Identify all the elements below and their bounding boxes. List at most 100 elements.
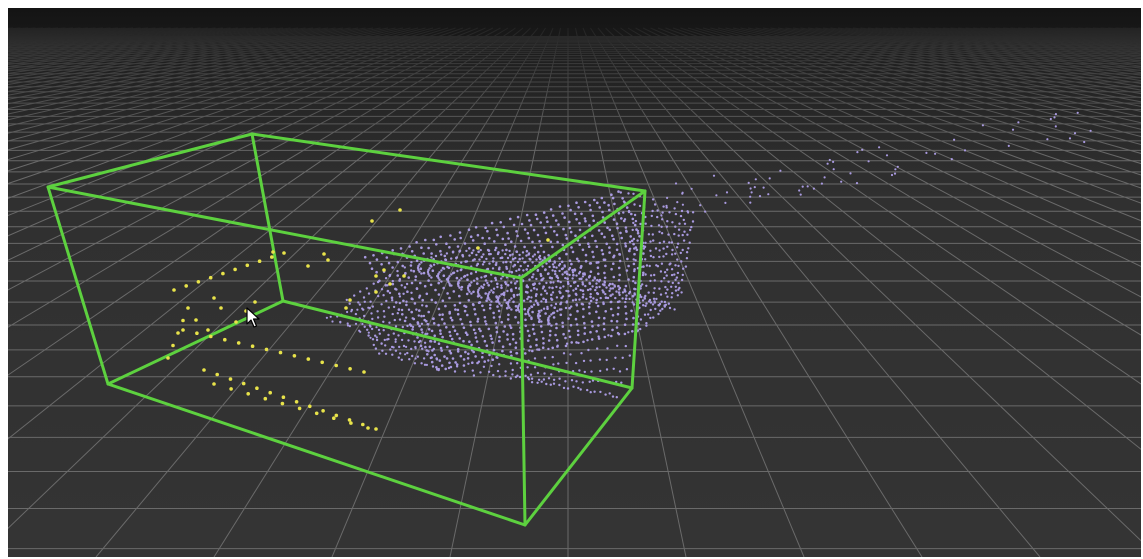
point xyxy=(1073,132,1077,135)
point xyxy=(375,336,378,339)
point xyxy=(456,350,460,353)
point xyxy=(392,346,395,349)
point xyxy=(656,265,660,268)
point xyxy=(370,327,374,331)
point xyxy=(616,344,619,347)
point xyxy=(557,362,560,365)
point xyxy=(535,217,539,221)
point xyxy=(567,317,570,320)
point xyxy=(410,269,413,272)
point xyxy=(397,356,400,359)
point xyxy=(551,286,554,290)
point xyxy=(394,325,398,328)
point xyxy=(372,343,375,347)
point xyxy=(890,173,894,177)
point xyxy=(412,269,416,273)
point xyxy=(893,172,897,175)
point xyxy=(653,301,656,304)
point xyxy=(547,339,551,342)
highlighted-point xyxy=(347,418,352,422)
point xyxy=(588,380,591,383)
point xyxy=(680,278,684,282)
point xyxy=(667,233,670,236)
point xyxy=(470,292,473,295)
point xyxy=(427,279,430,282)
point xyxy=(414,357,417,360)
point xyxy=(430,360,434,364)
point xyxy=(428,267,431,270)
point xyxy=(433,340,437,343)
point xyxy=(400,308,404,312)
point xyxy=(508,324,512,327)
point xyxy=(396,274,400,277)
point xyxy=(762,186,765,189)
point xyxy=(441,335,444,339)
3d-viewport[interactable] xyxy=(8,8,1141,557)
point xyxy=(498,375,501,378)
point xyxy=(489,252,492,256)
point xyxy=(513,282,517,285)
highlighted-point xyxy=(320,360,325,365)
point xyxy=(439,332,442,336)
point xyxy=(549,276,552,280)
point xyxy=(885,154,889,157)
point xyxy=(420,314,423,318)
point xyxy=(446,265,449,269)
point xyxy=(645,284,648,287)
point xyxy=(476,233,480,237)
point xyxy=(587,245,591,248)
point xyxy=(442,286,446,290)
point xyxy=(577,386,580,390)
point xyxy=(492,373,495,377)
point xyxy=(754,178,757,181)
point xyxy=(1049,117,1052,121)
point xyxy=(634,288,637,291)
point xyxy=(370,267,374,271)
point xyxy=(840,180,843,183)
point xyxy=(409,264,413,267)
point xyxy=(504,370,507,373)
point xyxy=(671,292,674,295)
point xyxy=(511,338,515,341)
point xyxy=(474,270,478,274)
point xyxy=(660,262,664,265)
point xyxy=(655,297,658,301)
point xyxy=(535,258,538,261)
point xyxy=(440,280,443,283)
point xyxy=(549,383,552,386)
point xyxy=(600,249,604,252)
point xyxy=(812,187,816,190)
point xyxy=(411,317,414,320)
point xyxy=(661,218,664,221)
point xyxy=(590,320,594,323)
point xyxy=(500,304,503,307)
point xyxy=(552,265,556,269)
point xyxy=(625,206,629,209)
point xyxy=(662,247,665,250)
point xyxy=(568,220,571,224)
highlighted-point xyxy=(344,306,348,310)
point xyxy=(666,220,669,223)
point xyxy=(558,290,561,293)
point xyxy=(467,299,471,302)
point xyxy=(374,347,378,350)
point xyxy=(587,276,591,279)
scene-canvas[interactable] xyxy=(8,8,1141,557)
point xyxy=(878,146,881,149)
point xyxy=(687,211,690,214)
point xyxy=(531,255,535,258)
point xyxy=(528,219,531,222)
point xyxy=(559,313,563,317)
point xyxy=(581,289,585,293)
point xyxy=(670,268,674,271)
point xyxy=(589,208,592,212)
point xyxy=(492,257,495,260)
point xyxy=(645,322,648,325)
point xyxy=(523,245,526,249)
point xyxy=(650,214,653,218)
point xyxy=(346,322,349,325)
point xyxy=(371,317,374,321)
point xyxy=(571,299,575,302)
point xyxy=(552,316,556,319)
point xyxy=(609,300,612,304)
